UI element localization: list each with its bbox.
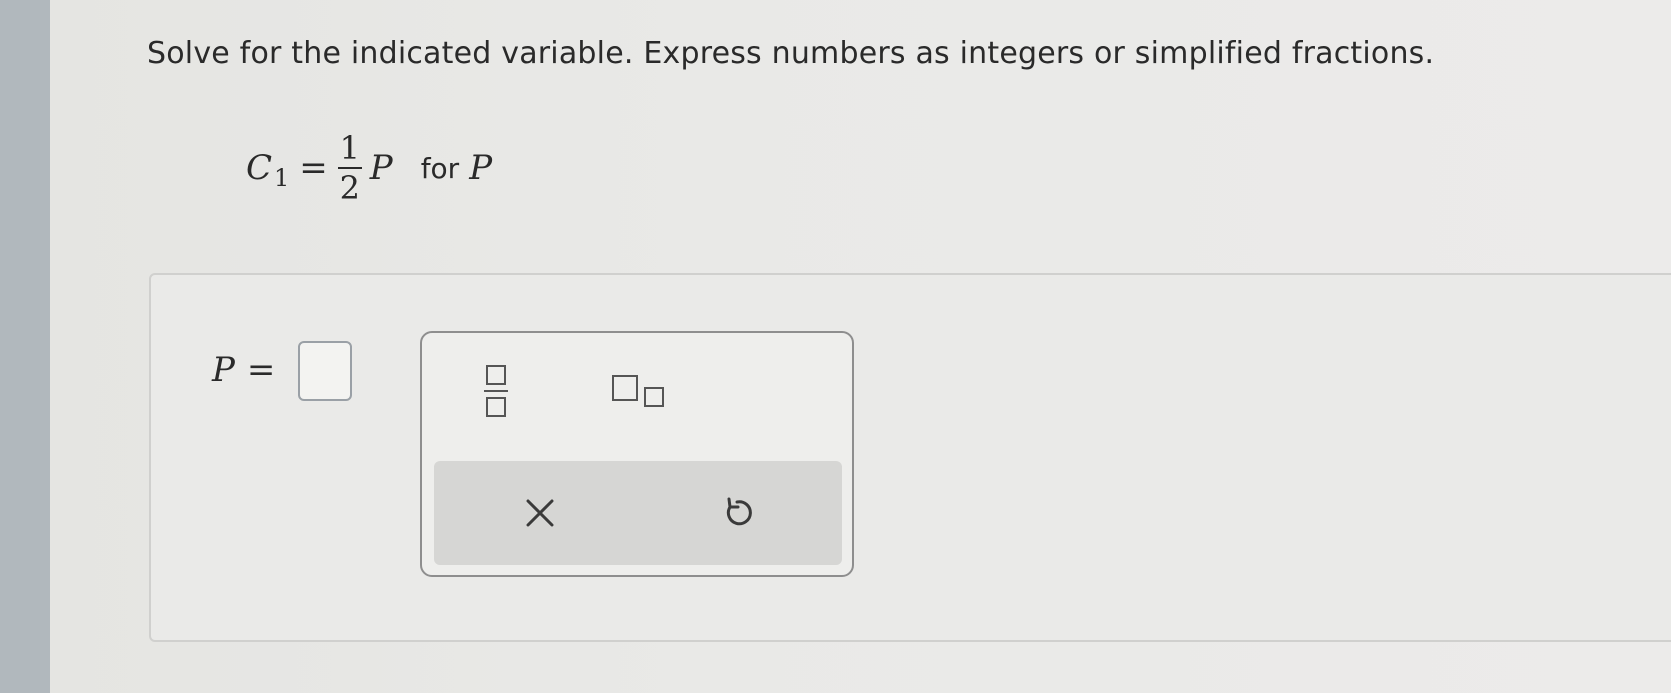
math-input-toolbar — [420, 331, 854, 577]
problem-equation: C 1 = 1 2 P for P — [246, 118, 492, 218]
clear-button[interactable] — [512, 485, 568, 541]
fraction-template-button[interactable] — [476, 361, 516, 421]
undo-button[interactable] — [709, 485, 765, 541]
action-bar — [434, 461, 842, 565]
subscript-box-icon — [644, 387, 664, 407]
denominator-box-icon — [486, 397, 506, 417]
lhs-variable: C — [246, 148, 273, 188]
equals-sign: = — [299, 148, 328, 188]
answer-input[interactable] — [298, 341, 352, 401]
fraction-numerator: 1 — [339, 129, 360, 167]
numerator-box-icon — [486, 365, 506, 385]
undo-icon — [726, 497, 752, 526]
fraction: 1 2 — [337, 129, 362, 207]
answer-panel — [149, 273, 1671, 642]
close-icon — [526, 499, 554, 527]
for-label: for — [420, 151, 460, 185]
answer-label: P = — [212, 350, 275, 390]
instruction-text: Solve for the indicated variable. Expres… — [147, 36, 1435, 71]
fraction-denominator: 2 — [339, 169, 360, 207]
base-box-icon — [612, 375, 638, 401]
solve-variable: P — [469, 148, 493, 188]
answer-equals: = — [246, 350, 276, 390]
answer-variable: P — [212, 350, 235, 390]
left-edge — [0, 0, 50, 693]
subscript-template-button[interactable] — [608, 373, 674, 413]
lhs-subscript: 1 — [274, 164, 290, 192]
fraction-line-icon — [484, 390, 508, 392]
rhs-variable: P — [369, 148, 393, 188]
